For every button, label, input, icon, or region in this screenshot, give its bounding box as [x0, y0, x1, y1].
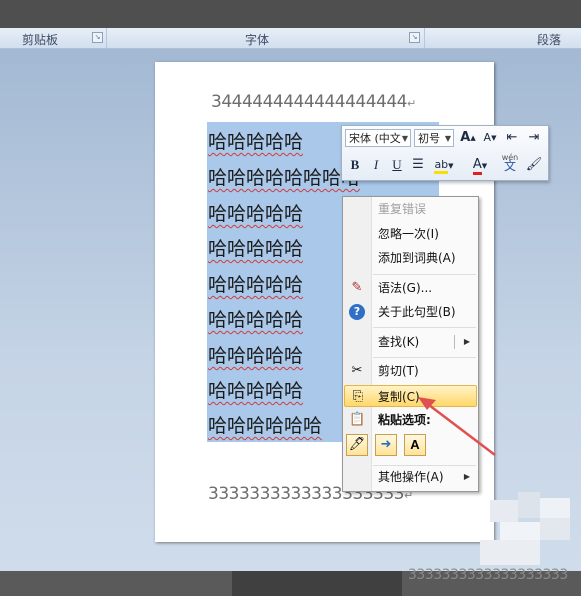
arrow-shaft: [424, 401, 496, 456]
annotation-arrow: [418, 397, 496, 456]
